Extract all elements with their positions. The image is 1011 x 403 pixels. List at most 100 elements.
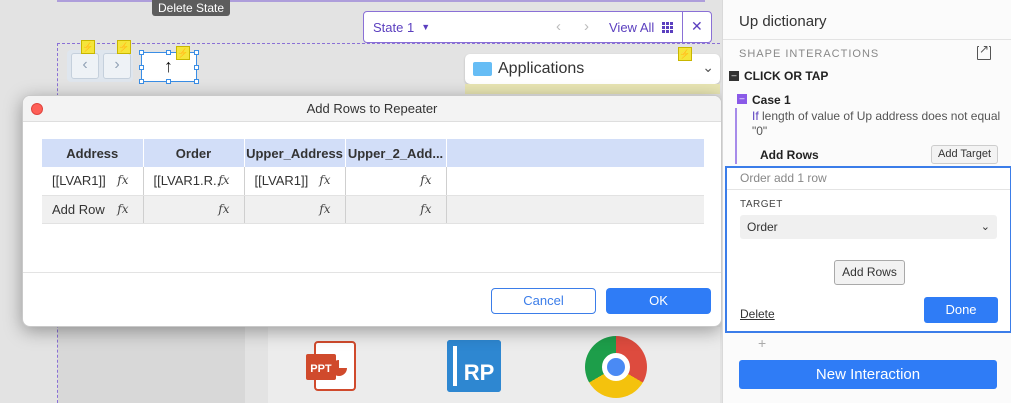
table-row: Add Row fx fx fx fx	[42, 195, 704, 224]
add-rows-button[interactable]: Add Rows	[834, 260, 905, 285]
applications-label: Applications	[498, 60, 585, 77]
collapse-case-icon[interactable]: –	[737, 94, 747, 104]
lightning-icon[interactable]: ⚡	[81, 40, 95, 54]
lightning-icon[interactable]: ⚡	[176, 46, 190, 60]
resize-handle[interactable]	[194, 65, 199, 70]
add-target-button[interactable]: Add Target	[931, 145, 999, 164]
grid-cell-empty	[446, 195, 704, 224]
cancel-button[interactable]: Cancel	[491, 288, 596, 314]
resize-handle[interactable]	[139, 79, 144, 84]
chrome-icon[interactable]	[585, 336, 647, 398]
repeater-grid: Address Order Upper_Address Upper_2_Add.…	[42, 139, 705, 224]
section-label: SHAPE INTERACTIONS	[739, 48, 880, 60]
caret-down-icon[interactable]: ▼	[421, 22, 430, 32]
panel-title: Up dictionary	[739, 13, 827, 30]
column-header[interactable]: Order	[143, 139, 245, 167]
grid-cell[interactable]: fx	[143, 195, 245, 224]
dialog-title: Add Rows to Repeater	[306, 101, 438, 116]
resize-handle[interactable]	[194, 79, 199, 84]
arrow-up-icon: ↑	[164, 56, 173, 76]
function-icon[interactable]: fx	[117, 202, 128, 216]
function-icon[interactable]: fx	[218, 173, 229, 187]
cell-value: [[LVAR1]]	[52, 173, 106, 189]
event-label[interactable]: CLICK OR TAP	[744, 69, 828, 83]
grid-header-row: Address Order Upper_Address Upper_2_Add.…	[42, 139, 705, 167]
chevron-right-icon[interactable]: ›	[584, 18, 589, 35]
target-label: TARGET	[740, 199, 783, 210]
rp-app-icon[interactable]: RP	[447, 340, 501, 392]
state-label[interactable]: State 1	[373, 20, 414, 35]
state-selector[interactable]: State 1 ▼ ‹ › View All ✕	[363, 11, 712, 43]
close-icon[interactable]: ✕	[691, 18, 703, 35]
chevron-left-icon[interactable]: ‹	[556, 18, 561, 35]
grid-cell[interactable]: [[LVAR1]] fx	[244, 167, 346, 196]
case-condition[interactable]: If length of value of Up address does no…	[752, 109, 1002, 139]
grid-cell[interactable]: fx	[345, 195, 447, 224]
nav-button-group: ‹ ›	[67, 50, 133, 82]
close-window-icon[interactable]	[31, 103, 43, 115]
add-row-label[interactable]: Add Row	[52, 202, 105, 217]
add-row-cell[interactable]: Add Row fx	[42, 195, 144, 224]
done-button[interactable]: Done	[924, 297, 998, 323]
resize-handle[interactable]	[166, 79, 171, 84]
function-icon[interactable]: fx	[319, 202, 330, 216]
powerpoint-icon[interactable]: PPT	[305, 340, 359, 392]
divider	[723, 39, 1011, 40]
grid-cell-empty	[446, 167, 704, 196]
function-icon[interactable]: fx	[420, 202, 431, 216]
action-editor: Order add 1 row TARGET Order ⌄ Add Rows …	[725, 166, 1011, 333]
condition-keyword: If	[752, 109, 759, 123]
collapse-icon[interactable]: –	[729, 71, 739, 81]
cell-value: [[LVAR1]]	[254, 173, 309, 189]
grid-cell[interactable]: [[LVAR1]] fx	[42, 167, 144, 196]
view-all-button[interactable]: View All	[609, 20, 654, 35]
add-rows-dialog: Add Rows to Repeater Address Order Upper…	[22, 95, 722, 327]
grid-cell[interactable]: [[LVAR1.R... fx	[143, 167, 245, 196]
delete-link[interactable]: Delete	[740, 307, 775, 321]
condition-text: length of value of Up address does not e…	[752, 109, 1001, 138]
action-summary: Order add 1 row	[727, 168, 1010, 190]
lightning-icon[interactable]: ⚡	[117, 40, 131, 54]
ppt-label: PPT	[310, 363, 332, 375]
add-action-icon[interactable]: +	[758, 335, 766, 351]
cell-value: [[LVAR1.R...	[153, 173, 224, 189]
interactions-panel: Up dictionary SHAPE INTERACTIONS – CLICK…	[722, 0, 1011, 403]
footer-divider	[23, 272, 721, 273]
side-column	[58, 327, 245, 403]
case-indicator	[735, 108, 737, 164]
target-select[interactable]: Order ⌄	[740, 215, 997, 239]
case-name[interactable]: Case 1	[752, 93, 791, 107]
function-icon[interactable]: fx	[319, 173, 330, 187]
resize-handle[interactable]	[166, 50, 171, 55]
design-canvas[interactable]: Delete State State 1 ▼ ‹ › View All ✕ ‹ …	[0, 0, 722, 403]
table-row: [[LVAR1]] fx [[LVAR1.R... fx [[LVAR1]] fx f…	[42, 167, 704, 196]
resize-handle[interactable]	[139, 50, 144, 55]
chevron-down-icon[interactable]: ⌄	[702, 59, 714, 76]
delete-state-tooltip: Delete State	[152, 0, 231, 16]
grid-cell[interactable]: fx	[345, 167, 447, 196]
grid-cell[interactable]: fx	[244, 195, 346, 224]
ok-button[interactable]: OK	[606, 288, 711, 314]
column-header[interactable]: Address	[42, 139, 144, 167]
forward-button[interactable]: ›	[103, 53, 131, 79]
column-header-empty	[446, 139, 705, 167]
back-button[interactable]: ‹	[71, 53, 99, 79]
action-label[interactable]: Add Rows	[760, 148, 819, 162]
highlight-strip	[465, 84, 720, 94]
lightning-icon[interactable]: ⚡	[678, 47, 692, 61]
dialog-title-bar: Add Rows to Repeater	[23, 96, 721, 122]
new-interaction-button[interactable]: New Interaction	[739, 360, 997, 389]
column-header[interactable]: Upper_Address	[244, 139, 346, 167]
chevron-down-icon: ⌄	[980, 221, 990, 233]
rp-label: RP	[464, 360, 495, 385]
function-icon[interactable]: fx	[420, 173, 431, 187]
grid-icon[interactable]	[662, 22, 673, 33]
function-icon[interactable]: fx	[218, 202, 229, 216]
divider	[682, 12, 683, 42]
resize-handle[interactable]	[194, 50, 199, 55]
column-header[interactable]: Upper_2_Add...	[345, 139, 447, 167]
function-icon[interactable]: fx	[117, 173, 128, 187]
open-external-icon[interactable]	[977, 42, 991, 60]
folder-icon	[473, 62, 492, 76]
resize-handle[interactable]	[139, 65, 144, 70]
